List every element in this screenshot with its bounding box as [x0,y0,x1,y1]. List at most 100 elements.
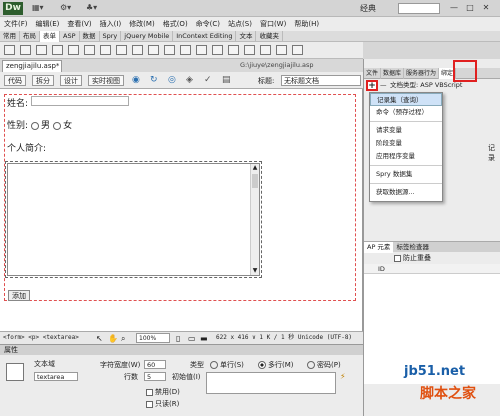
menu-format[interactable]: 格式(O) [159,17,192,31]
scroll-down-icon[interactable]: ▼ [251,267,259,275]
preview-icon[interactable]: ◈ [186,75,193,85]
menu-commands[interactable]: 命令(C) [192,17,224,31]
male-radio[interactable] [31,121,40,130]
female-radio[interactable] [53,121,62,130]
insert-tab[interactable]: jQuery Mobile [121,31,174,42]
menu-item-request-var[interactable]: 请求变量 [370,124,442,137]
insert-tab[interactable]: Spry [100,31,122,42]
spry-checkbox-icon[interactable] [260,45,271,55]
menu-item-application-var[interactable]: 应用程序变量 [370,150,442,163]
spry-textarea-icon[interactable] [244,45,255,55]
ap-column-header: ID [364,264,500,274]
file-field-icon[interactable] [164,45,175,55]
initial-value-input[interactable] [206,372,336,394]
menu-item-session-var[interactable]: 阶段变量 [370,137,442,150]
type-name: 文本域 [34,360,55,368]
add-binding-button[interactable]: + [366,80,378,91]
rows-input[interactable]: 5 [144,372,166,381]
menu-insert[interactable]: 插入(I) [96,17,126,31]
live-view-button[interactable]: 实时视图 [88,75,124,86]
radio-icon[interactable] [84,45,95,55]
tab-files[interactable]: 文件 [364,68,382,79]
readonly-checkbox[interactable]: 只读(R) [146,399,179,409]
textfield-icon[interactable] [20,45,31,55]
document-type-label: 文档类型: ASP VBScript [390,81,463,89]
menu-item-recordset[interactable]: 记录集（查询） [370,93,442,106]
element-name-input[interactable]: textarea [34,372,78,381]
textarea-icon[interactable] [36,45,47,55]
name-field[interactable] [31,96,129,106]
char-width-input[interactable]: 60 [144,360,166,369]
insert-tab[interactable]: 文本 [236,31,257,42]
maximize-button[interactable]: □ [462,2,478,14]
form-icon[interactable] [4,45,15,55]
options-icon[interactable]: ▤ [222,75,231,85]
refresh-icon[interactable]: ↻ [150,75,158,85]
design-view-button[interactable]: 设计 [60,75,82,86]
password-option[interactable]: 密码(P) [304,360,341,370]
insert-tab[interactable]: 收藏夹 [256,31,283,42]
zoom-select[interactable]: 100% [136,333,170,343]
split-view-button[interactable]: 拆分 [32,75,54,86]
label-icon[interactable] [196,45,207,55]
watermark-url: jb51.net [404,364,466,379]
properties-title: 属性 [0,345,363,355]
radio-group-icon[interactable] [100,45,111,55]
menu-site[interactable]: 站点(S) [224,17,256,31]
spry-select-icon[interactable] [276,45,287,55]
binding-dropdown-menu: 记录集（查询） 命令（预存过程） 请求变量 阶段变量 应用程序变量 Spry 数… [369,92,443,202]
insert-tab[interactable]: 数据 [80,31,100,42]
menu-item-get-datasource[interactable]: 获取数据源... [370,186,442,199]
button-icon[interactable] [52,45,63,55]
menu-item-command[interactable]: 命令（预存过程） [370,106,442,119]
checkbox-icon[interactable] [68,45,79,55]
menu-window[interactable]: 窗口(W) [256,17,290,31]
menu-help[interactable]: 帮助(H) [290,17,323,31]
window-controls: — □ ✕ [446,2,498,14]
title-input[interactable]: 无标题文档 [281,75,361,86]
hidden-field-icon[interactable] [180,45,191,55]
close-button[interactable]: ✕ [478,2,494,14]
spry-validation-icon[interactable] [228,45,239,55]
intro-textarea[interactable]: ▲ ▼ [5,161,262,278]
fieldset-icon[interactable] [212,45,223,55]
search-input[interactable] [398,3,440,14]
insert-tab[interactable]: 常用 [0,31,20,42]
multi-line-option[interactable]: 多行(M) [255,360,294,370]
image-field-icon[interactable] [148,45,159,55]
prevent-overlap-row[interactable]: 防止重叠 [364,252,500,264]
check-icon[interactable]: ✓ [204,75,212,85]
spry-password-icon[interactable] [292,45,303,55]
workspace-switcher[interactable]: 经典 [360,3,376,14]
globe-icon[interactable]: ◉ [132,75,140,85]
minimize-button[interactable]: — [446,2,462,14]
select-icon[interactable] [116,45,127,55]
add-button[interactable]: 添加 [8,290,30,301]
inspect-icon[interactable]: ◎ [168,75,176,85]
remove-binding-button[interactable]: — [380,79,387,91]
site-icon[interactable]: ♣▾ [86,3,97,14]
menu-item-spry-dataset[interactable]: Spry 数据集 [370,168,442,181]
document-tab[interactable]: zengjiajilu.asp* [2,60,62,72]
menu-file[interactable]: 文件(F) [0,17,32,31]
menu-view[interactable]: 查看(V) [63,17,95,31]
disabled-checkbox[interactable]: 禁用(D) [146,387,180,397]
insert-tab-active[interactable]: 表单 [40,31,60,42]
insert-tab[interactable]: 布局 [20,31,40,42]
tab-databases[interactable]: 数据库 [381,68,405,79]
layout-icon[interactable]: ▦▾ [32,3,44,14]
scroll-up-icon[interactable]: ▲ [251,164,259,172]
bind-icon[interactable]: ⚡ [340,372,346,381]
menu-separator [370,183,442,184]
jump-menu-icon[interactable] [132,45,143,55]
textarea-scrollbar[interactable]: ▲ ▼ [250,164,259,275]
insert-tab[interactable]: InContext Editing [173,31,237,42]
code-view-button[interactable]: 代码 [4,75,26,86]
menu-modify[interactable]: 修改(M) [125,17,159,31]
insert-tab[interactable]: ASP [60,31,80,42]
gear-icon[interactable]: ⚙▾ [60,3,71,14]
menu-edit[interactable]: 编辑(E) [32,17,64,31]
single-line-option[interactable]: 单行(S) [207,360,244,370]
tab-server-behaviors[interactable]: 服务器行为 [404,68,440,79]
tag-selector[interactable]: <form> <p> <textarea> [3,332,79,344]
